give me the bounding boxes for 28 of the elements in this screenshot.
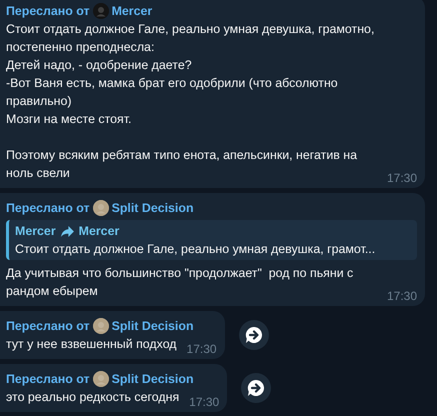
- reply-author: Mercer: [78, 223, 120, 240]
- share-button[interactable]: [241, 373, 272, 403]
- avatar-icon[interactable]: [92, 371, 109, 387]
- forwarded-label: Переслано от: [6, 200, 90, 217]
- avatar-icon[interactable]: [92, 200, 109, 216]
- share-icon: [246, 378, 266, 398]
- forwarded-label: Переслано от: [6, 318, 90, 335]
- forward-arrow-icon: [60, 226, 74, 236]
- sender-name[interactable]: Split Decision: [112, 199, 194, 217]
- sender-name[interactable]: Split Decision: [112, 317, 194, 335]
- reply-text: Стоит отдать должное Гале, реально умная девушка, грамот...: [15, 241, 376, 258]
- sender-name[interactable]: Split Decision: [112, 370, 194, 388]
- forwarded-label: Переслано от: [6, 3, 90, 20]
- message-time: 17:30: [386, 170, 417, 187]
- reply-quote[interactable]: Mercer Mercer Стоит отдать должное Гале, реально умная девушка, грамот...: [6, 220, 417, 260]
- reply-author: Mercer: [15, 223, 56, 240]
- message-time: 17:30: [189, 394, 220, 411]
- message-time: 17:30: [186, 341, 217, 358]
- share-icon: [244, 325, 264, 345]
- forwarded-label: Переслано от: [6, 371, 90, 388]
- message-text: Да учитывая что большинство "продолжает" род по пьяни с рандом ебырем: [6, 265, 354, 300]
- message-text: тут у нее взвешенный подход: [6, 336, 177, 353]
- message-time: 17:30: [386, 288, 417, 305]
- avatar-icon[interactable]: [92, 318, 109, 334]
- message-text: это реально редкость сегодня: [6, 389, 180, 406]
- message-text: Стоит отдать должное Гале, реально умная девушка, грамотно, постепенно преподнесла: Детей надо, - одобрение даете? -Вот Ваня есть, мамка брат его одобрили (что абсолютно правильно) Мозги на месте стоят. Поэтому всяким ребятам типо енота, апельсинки, негатив на ноль свели: [6, 21, 376, 182]
- share-button[interactable]: [238, 320, 269, 350]
- sender-name[interactable]: Mercer: [112, 2, 152, 20]
